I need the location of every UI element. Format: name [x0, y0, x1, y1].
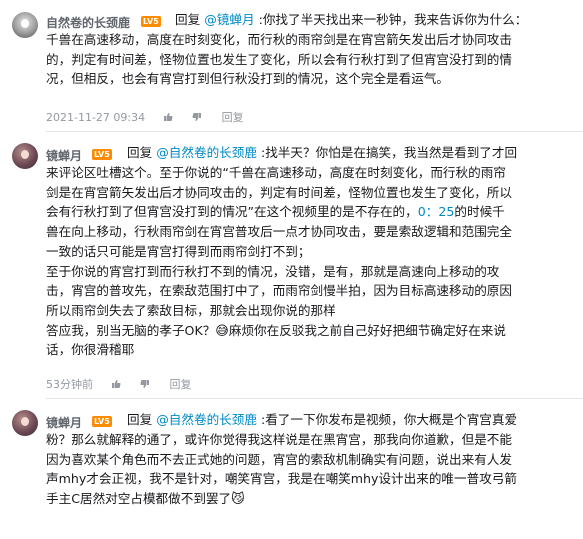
- comment-item: 镜蝉月 LV5 回复 @自然卷的长颈鹿 :找半天？你怕是在搞笑，我当然是看到了才…: [0, 138, 583, 399]
- reply-label: 回复: [175, 12, 201, 27]
- comment-line: 粉？那么就解释的通了，或许你觉得我这样说是在黑宵宫，那我向你道歉，但是不能: [46, 432, 512, 447]
- comment-line: 答应我，别当无脑的孝子OK？😅麻烦你在反驳我之前自己好好把细节确定好在来说: [46, 322, 506, 339]
- comment-line: 回复 @自然卷的长颈鹿 :看了一下你发布是视频，你大概是个宵宫真爱: [127, 412, 518, 427]
- username[interactable]: 自然卷的长颈鹿: [46, 14, 130, 31]
- divider: [46, 398, 583, 399]
- comment-line: 因为喜欢某个角色而不去正式她的问题，宵宫的索敌机制确实有问题，说出来有人发: [46, 451, 512, 467]
- username[interactable]: 镜蝉月: [46, 147, 82, 164]
- dislike-icon: [140, 380, 149, 388]
- comment-text: 回复 @自然卷的长颈鹿 :看了一下你发布是视频，你大概是个宵宫真爱: [127, 410, 577, 430]
- comment-line: 来评论区吐槽这个。至于你说的“千兽在高速移动，高度在时刻变化，而行秋的雨帘: [46, 165, 506, 180]
- comment-text-body: 来评论区吐槽这个。至于你说的“千兽在高速移动，高度在时刻变化，而行秋的雨帘 剑是…: [46, 163, 566, 360]
- comment-line: 回复 @自然卷的长颈鹿 :找半天？你怕是在搞笑，我当然是看到了才回: [127, 145, 518, 160]
- level-badge: LV5: [92, 149, 112, 160]
- like-icon: [163, 113, 173, 121]
- emoji-face-icon: 😅: [215, 323, 229, 339]
- comment-item: 镜蝉月 LV5 回复 @自然卷的长颈鹿 :看了一下你发布是视频，你大概是个宵宫真…: [0, 405, 583, 539]
- comment-line: 话，你很滑稽耶: [46, 342, 135, 358]
- comment-text-body: 千兽在高速移动，高度在时刻变化，而行秋的雨帘剑是在宵宫箭矢发出后才协同攻击 的，…: [46, 30, 566, 89]
- comment-line: 击，宵宫的普攻先，在索敌范围打中了，而雨帘剑慢半拍，因为目标高速移动的原因: [46, 283, 512, 299]
- comment-text-body: 粉？那么就解释的通了，或许你觉得我这样说是在黑宵宫，那我向你道歉，但是不能 因为…: [46, 430, 566, 509]
- comment-line: 至于你说的宵宫打到而行秋打不到的情况，没错，是有，那就是高速向上移动的攻: [46, 263, 500, 279]
- dislike-icon: [192, 113, 202, 121]
- comment-line: 况，但相反，也会有宵宫打到但行秋没打到的情况，这个完全是看运气。: [46, 71, 449, 87]
- comment-line: 剑是在宵宫箭矢发出后才协同攻击的，判定有时间差，怪物位置也发生了变化，所以: [46, 184, 512, 200]
- comment-line: 千兽在高速移动，高度在时刻变化，而行秋的雨帘剑是在宵宫箭矢发出后才协同攻击: [46, 32, 512, 47]
- like-button[interactable]: [163, 111, 175, 124]
- mention-link[interactable]: @自然卷的长颈鹿: [156, 412, 257, 427]
- mention-link[interactable]: @镜蝉月: [204, 12, 254, 27]
- comment-line: 回复 @镜蝉月 :你找了半天找出来一秒钟，我来告诉你为什么：: [175, 12, 528, 27]
- comment-line: 的，判定有时间差，怪物位置也发生了变化，所以会有行秋打到了但宵宫没打到的情: [46, 51, 512, 67]
- comment-text: 回复 @镜蝉月 :你找了半天找出来一秒钟，我来告诉你为什么：: [175, 10, 575, 30]
- like-icon: [111, 380, 121, 388]
- comment-line: 会有行秋打到了但宵宫没打到的情况”在这个视频里的是不存在的，0：25的时候千: [46, 204, 505, 220]
- timestamp: 2021-11-27 09:34: [46, 111, 146, 124]
- video-timestamp-link[interactable]: 0：25: [418, 204, 455, 219]
- comment-line: 声mhy才会正视，我不是针对，嘲笑宵宫，我是在嘲笑mhy设计出来的唯一普攻弓箭: [46, 471, 517, 487]
- comment-line: 手主C居然对空占模都做不到罢了😼: [46, 491, 245, 508]
- dislike-button[interactable]: [140, 378, 152, 391]
- comment-meta: 53分钟前 回复: [46, 376, 192, 392]
- mention-link[interactable]: @自然卷的长颈鹿: [156, 145, 257, 160]
- reply-button[interactable]: 回复: [222, 109, 244, 125]
- avatar[interactable]: [12, 410, 38, 436]
- comment-line: 一致的话只可能是宵宫打得到而雨帘剑打不到；: [46, 243, 311, 259]
- divider: [46, 131, 583, 132]
- reply-button[interactable]: 回复: [170, 376, 192, 392]
- level-badge: LV5: [141, 16, 161, 27]
- level-badge: LV5: [92, 416, 112, 427]
- timestamp: 53分钟前: [46, 378, 93, 391]
- username[interactable]: 镜蝉月: [46, 414, 82, 431]
- comment-meta: 2021-11-27 09:34 回复: [46, 109, 244, 125]
- reply-label: 回复: [127, 412, 153, 427]
- like-button[interactable]: [111, 378, 123, 391]
- avatar[interactable]: [12, 143, 38, 169]
- comment-line: 兽在向上移动，行秋雨帘剑在宵宫普攻后一点才协同攻击，要是索敌逻辑和范围完全: [46, 224, 512, 240]
- emoji-cat-icon: 😼: [231, 492, 245, 508]
- comment-text: 回复 @自然卷的长颈鹿 :找半天？你怕是在搞笑，我当然是看到了才回: [127, 143, 577, 163]
- comment-line: 所以雨帘剑失去了索敌目标，那就会出现你说的那样: [46, 302, 336, 318]
- reply-label: 回复: [127, 145, 153, 160]
- avatar[interactable]: [12, 12, 38, 38]
- comment-item: 自然卷的长颈鹿 LV5 回复 @镜蝉月 :你找了半天找出来一秒钟，我来告诉你为什…: [0, 0, 583, 132]
- dislike-button[interactable]: [192, 111, 204, 124]
